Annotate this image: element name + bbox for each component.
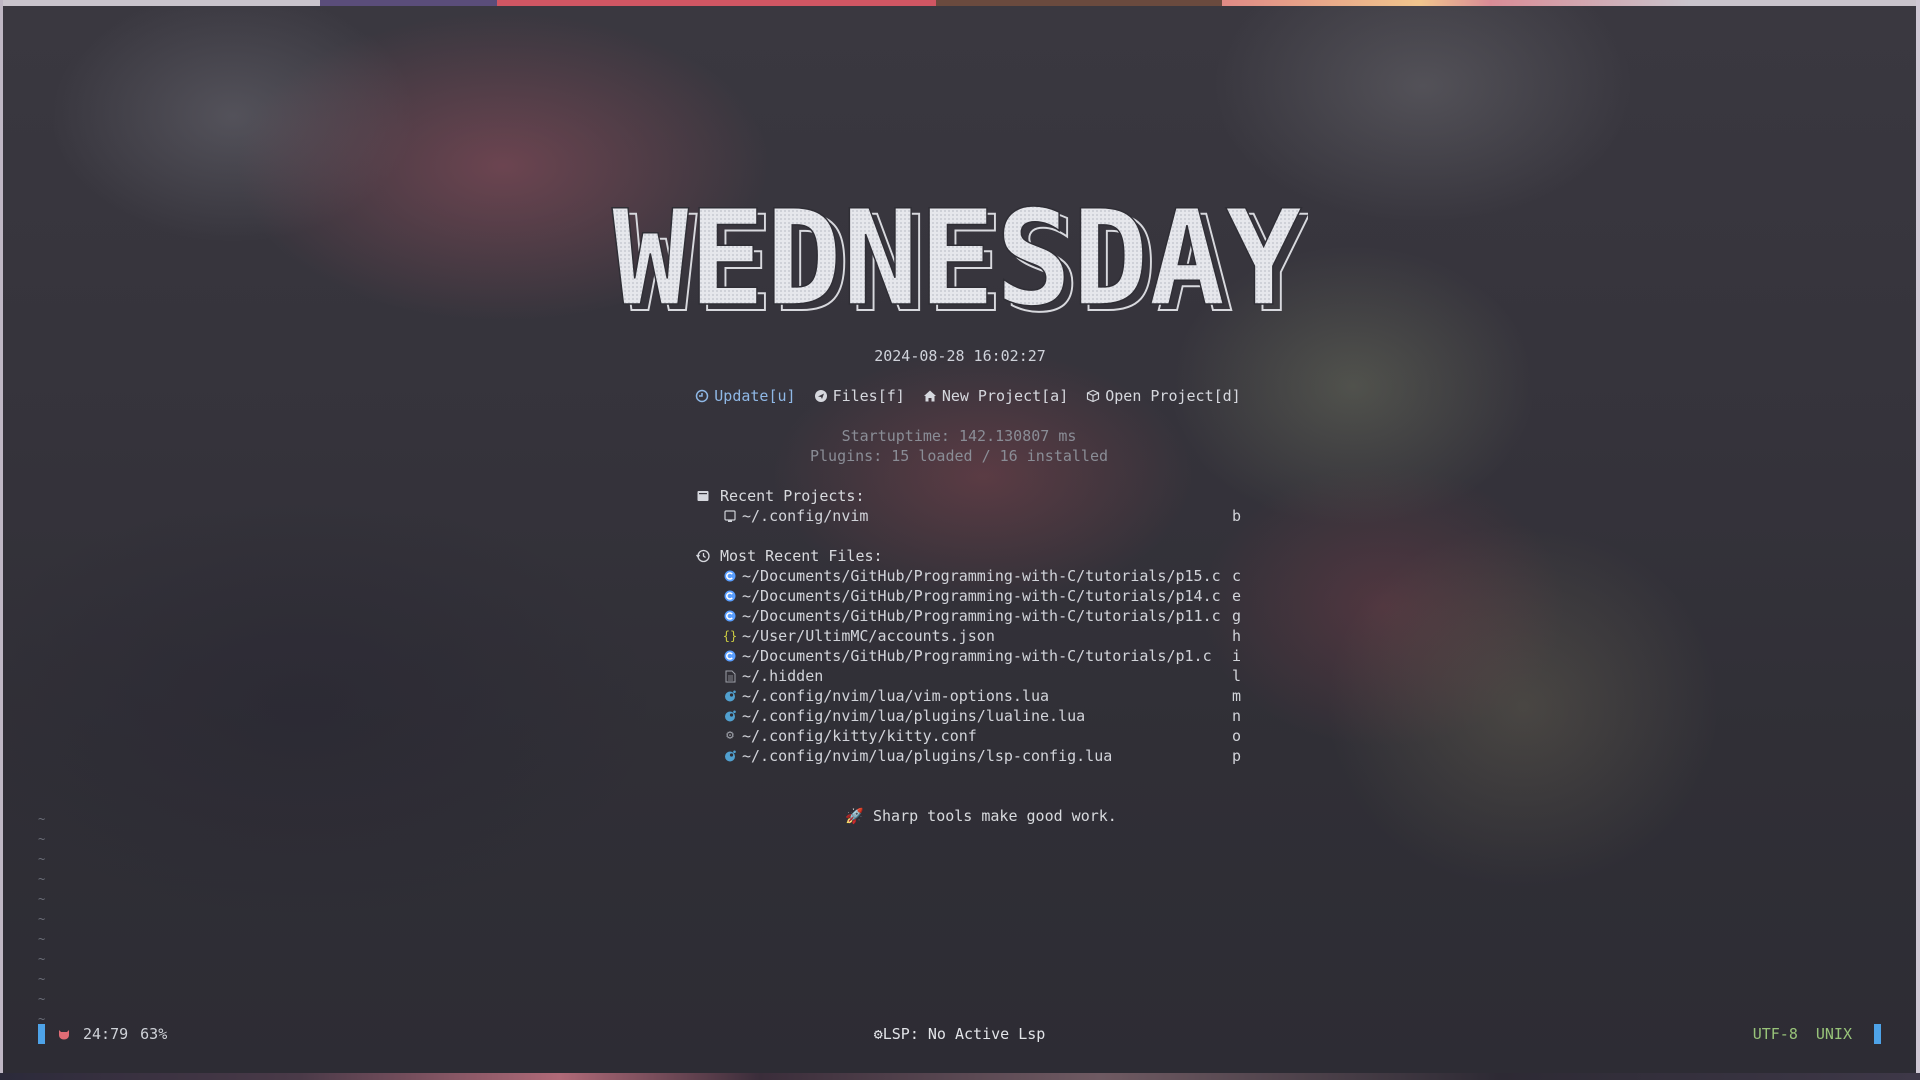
c-file-icon: [724, 609, 736, 623]
file-shortcut-key: i: [1231, 647, 1241, 665]
lua-file-icon: [724, 749, 736, 763]
file-item[interactable]: ~/Documents/GitHub/Programming-with-C/tu…: [696, 606, 1241, 626]
file-path: ~/.config/nvim/lua/plugins/lualine.lua: [742, 707, 1086, 725]
plugins-count: Plugins: 15 loaded / 16 installed: [809, 447, 1108, 465]
file-shortcut-key: n: [1231, 707, 1241, 725]
file-item[interactable]: {} ~/User/UltimMC/accounts.json h: [696, 626, 1241, 646]
lua-file-icon: [724, 709, 736, 723]
file-shortcut-key: h: [1231, 627, 1241, 645]
lsp-status-text: LSP: No Active Lsp: [882, 1025, 1046, 1043]
files-icon: [814, 390, 827, 402]
datetime: 2024-08-28 16:02:27: [874, 347, 1046, 365]
recent-projects-section: Recent Projects: ~/.config/nvim b: [696, 486, 1241, 526]
files-label: Files[f]: [832, 387, 905, 405]
quote-text: Sharp tools make good work.: [873, 807, 1117, 825]
gear-icon: ⚙: [726, 728, 734, 743]
open-project-label: Open Project[d]: [1105, 387, 1241, 405]
project-item[interactable]: ~/.config/nvim b: [696, 506, 1241, 526]
startup-time: Startuptime: 142.130807 ms: [841, 427, 1077, 445]
file-shortcut-key: m: [1231, 687, 1241, 705]
project-shortcut-key: b: [1231, 507, 1241, 525]
gears-icon: ⚙: [873, 1025, 883, 1043]
files-button[interactable]: Files[f]: [814, 386, 905, 406]
recent-files-header: Most Recent Files:: [696, 546, 1241, 566]
file-shortcut-key: o: [1231, 727, 1241, 745]
file-item[interactable]: ~/Documents/GitHub/Programming-with-C/tu…: [696, 566, 1241, 586]
json-file-icon: {}: [722, 629, 738, 643]
c-file-icon: [724, 589, 736, 603]
text-file-icon: [724, 669, 736, 683]
file-shortcut-key: p: [1231, 747, 1241, 765]
recent-files-section: Most Recent Files: ~/Documents/GitHub/Pr…: [696, 546, 1241, 766]
c-file-icon: [724, 649, 736, 663]
c-file-icon: [724, 569, 736, 583]
project-path: ~/.config/nvim: [742, 507, 869, 525]
file-encoding: UTF-8: [1752, 1025, 1798, 1043]
file-path: ~/.config/kitty/kitty.conf: [742, 727, 977, 745]
file-path: ~/.config/nvim/lua/vim-options.lua: [742, 687, 1050, 705]
file-item[interactable]: ~/.config/nvim/lua/plugins/lsp-config.lu…: [696, 746, 1241, 766]
file-format: UNIX: [1815, 1025, 1852, 1043]
folder-icon: [724, 509, 736, 523]
file-shortcut-key: c: [1231, 567, 1241, 585]
new-project-label: New Project[a]: [941, 387, 1069, 405]
file-path: ~/Documents/GitHub/Programming-with-C/tu…: [742, 607, 1221, 625]
header-art: WEDNESDAY WEDNESDAY: [611, 181, 1311, 343]
file-item[interactable]: ~/Documents/GitHub/Programming-with-C/tu…: [696, 646, 1241, 666]
open-project-button[interactable]: Open Project[d]: [1086, 386, 1241, 406]
dashboard-header: WEDNESDAY WEDNESDAY: [608, 181, 1311, 343]
package-icon: [1087, 389, 1100, 403]
recent-files-title: Most Recent Files:: [720, 547, 883, 565]
statusline: 24:79 63% ⚙LSP: No Active Lsp UTF-8 UNIX: [3, 1021, 1916, 1047]
file-shortcut-key: l: [1231, 667, 1241, 685]
file-shortcut-key: g: [1231, 607, 1241, 625]
statusline-right: UTF-8 UNIX: [1753, 1021, 1881, 1047]
wallpaper-right-strip: [1916, 0, 1920, 1080]
file-item[interactable]: ~/.hidden l: [696, 666, 1241, 686]
wallpaper-bottom-strip: [0, 1073, 1920, 1080]
terminal-window: WEDNESDAY WEDNESDAY 2024-08-28 16:02:27 …: [3, 6, 1916, 1073]
file-path: ~/User/UltimMC/accounts.json: [742, 627, 995, 645]
header-text: WEDNESDAY: [612, 194, 1302, 324]
recent-projects-header: Recent Projects:: [696, 486, 1241, 506]
file-item[interactable]: ~/.config/nvim/lua/plugins/lualine.lua n: [696, 706, 1241, 726]
action-bar: Update[u] Files[f] New Project[a] Open P…: [3, 386, 1920, 406]
file-shortcut-key: e: [1231, 587, 1241, 605]
lua-file-icon: [724, 689, 736, 703]
project-list-icon: [697, 491, 709, 501]
file-item[interactable]: ~/.config/nvim/lua/vim-options.lua m: [696, 686, 1241, 706]
lsp-status: ⚙LSP: No Active Lsp: [3, 1021, 1916, 1047]
rocket-icon: 🚀: [845, 807, 864, 825]
recent-projects-title: Recent Projects:: [720, 487, 865, 505]
file-item[interactable]: ~/Documents/GitHub/Programming-with-C/tu…: [696, 586, 1241, 606]
file-path: ~/Documents/GitHub/Programming-with-C/tu…: [742, 587, 1221, 605]
update-label: Update[u]: [714, 387, 796, 405]
quote-line: 🚀 Sharp tools make good work.: [3, 786, 1920, 846]
new-project-button[interactable]: New Project[a]: [923, 386, 1068, 406]
update-button[interactable]: Update[u]: [695, 386, 796, 406]
file-path: ~/Documents/GitHub/Programming-with-C/tu…: [742, 647, 1212, 665]
empty-line-markers: ~ ~ ~ ~ ~ ~ ~ ~ ~ ~ ~: [38, 812, 46, 1026]
file-path: ~/.config/nvim/lua/plugins/lsp-config.lu…: [742, 747, 1113, 765]
file-path: ~/.hidden: [742, 667, 824, 685]
home-icon: [923, 390, 936, 402]
update-icon: [696, 389, 709, 403]
statusline-right-bar: [1874, 1024, 1881, 1044]
file-path: ~/Documents/GitHub/Programming-with-C/tu…: [742, 567, 1221, 585]
file-item[interactable]: ⚙ ~/.config/kitty/kitty.conf o: [696, 726, 1241, 746]
history-icon: [696, 549, 710, 563]
